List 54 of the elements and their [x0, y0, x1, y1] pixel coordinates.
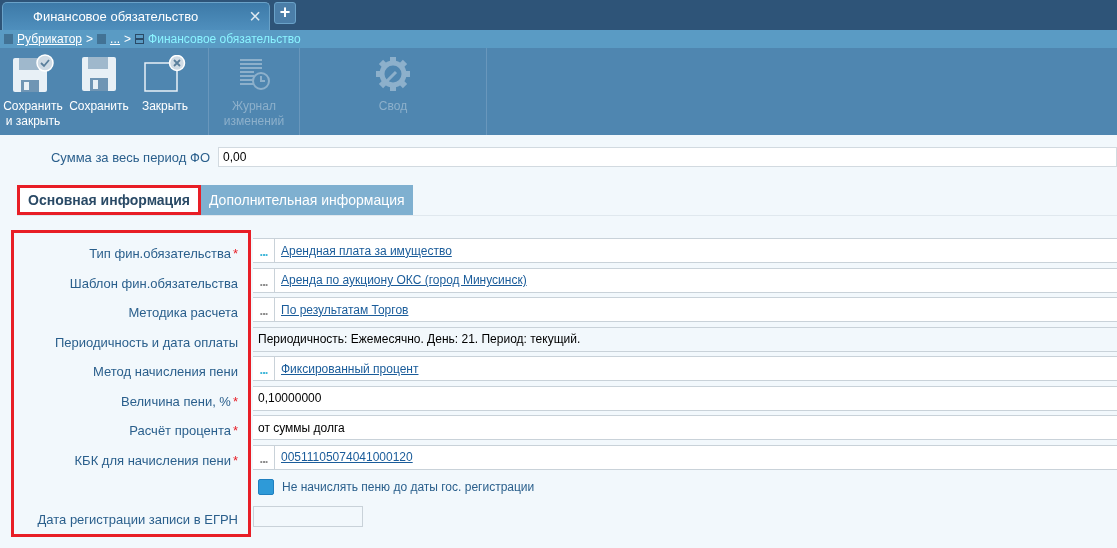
required-mark: *	[232, 393, 238, 409]
breadcrumb-separator: >	[86, 32, 94, 46]
select-button[interactable]: ...	[253, 239, 275, 263]
input-field[interactable]: от суммы долга	[253, 415, 1117, 441]
field-label: Периодичность и дата оплаты	[54, 334, 238, 350]
value-link[interactable]: Фиксированный процент	[281, 361, 419, 376]
value-link[interactable]: Аренда по аукциону ОКС (город Минусинск)	[281, 273, 527, 288]
breadcrumb-link[interactable]: Рубрикатор	[17, 32, 83, 46]
lookup-field[interactable]: ... Фиксированный процент	[253, 356, 1117, 382]
select-button[interactable]: ...	[253, 268, 275, 292]
lookup-field[interactable]: ... Арендная плата за имущество	[253, 238, 1117, 264]
new-tab-button[interactable]: +	[274, 2, 296, 24]
toolbar-button[interactable]: Сохранить	[66, 48, 132, 135]
form-tab[interactable]: Основная информация	[17, 185, 201, 215]
gear-wrench-icon	[375, 56, 411, 92]
field-label: Величина пени, %	[121, 393, 231, 409]
value-link[interactable]: Арендная плата за имущество	[281, 243, 452, 258]
breadcrumb-current: Финансовое обязательство	[148, 32, 301, 46]
floppy-icon	[81, 56, 117, 92]
value-link[interactable]: По результатам Торгов	[281, 302, 409, 317]
field-label: Тип фин.обязательства	[89, 246, 231, 262]
select-button[interactable]: ...	[253, 445, 275, 469]
breadcrumb-link[interactable]: ...	[110, 32, 121, 46]
form-tab[interactable]: Дополнительная информация	[201, 185, 413, 215]
field-label: Шаблон фин.обязательства	[69, 275, 238, 291]
breadcrumb-separator: >	[124, 32, 132, 46]
input-field[interactable]: 0,10000000	[253, 385, 1117, 411]
required-mark: *	[232, 452, 238, 468]
field-label: Метод начисления пени	[93, 364, 238, 380]
required-mark: *	[232, 423, 238, 439]
form-icon	[135, 34, 145, 44]
toolbar-button[interactable]: Закрыть	[132, 48, 198, 135]
input-field[interactable]: 0,00	[218, 147, 1117, 167]
document-tab[interactable]: Финансовое обязательство ×	[2, 2, 270, 30]
field-label: Дата регистрации записи в ЕГРН	[37, 511, 238, 527]
toolbar-button[interactable]: Сохранить и закрыть	[0, 48, 66, 135]
field-label: Расчёт процента	[129, 423, 231, 439]
lookup-field[interactable]: ... Аренда по аукциону ОКС (город Минусинск)	[253, 267, 1117, 293]
lookup-field[interactable]: ... По результатам Торгов	[253, 297, 1117, 323]
select-button[interactable]: ...	[253, 357, 275, 381]
field-label: КБК для начисления пени	[74, 452, 231, 468]
lookup-field[interactable]: ... 00511105074041000120	[253, 444, 1117, 470]
value-link[interactable]: 00511105074041000120	[281, 450, 413, 465]
checkbox[interactable]	[258, 478, 274, 495]
required-mark: *	[232, 246, 238, 262]
select-button[interactable]: ...	[253, 298, 275, 322]
date-field[interactable]	[253, 505, 363, 527]
close-icon[interactable]: ×	[249, 5, 261, 28]
field-label: Методика расчета	[128, 305, 238, 321]
readonly-field: Периодичность: Ежемесячно. День: 21. Период: текущий.	[253, 326, 1117, 352]
window-close-icon	[143, 55, 187, 93]
field-label: Сумма за весь период ФО	[49, 149, 211, 165]
checkbox-label: Не начислять пеню до даты гос. регистрации	[282, 479, 535, 494]
floppy-check-icon	[11, 54, 55, 94]
